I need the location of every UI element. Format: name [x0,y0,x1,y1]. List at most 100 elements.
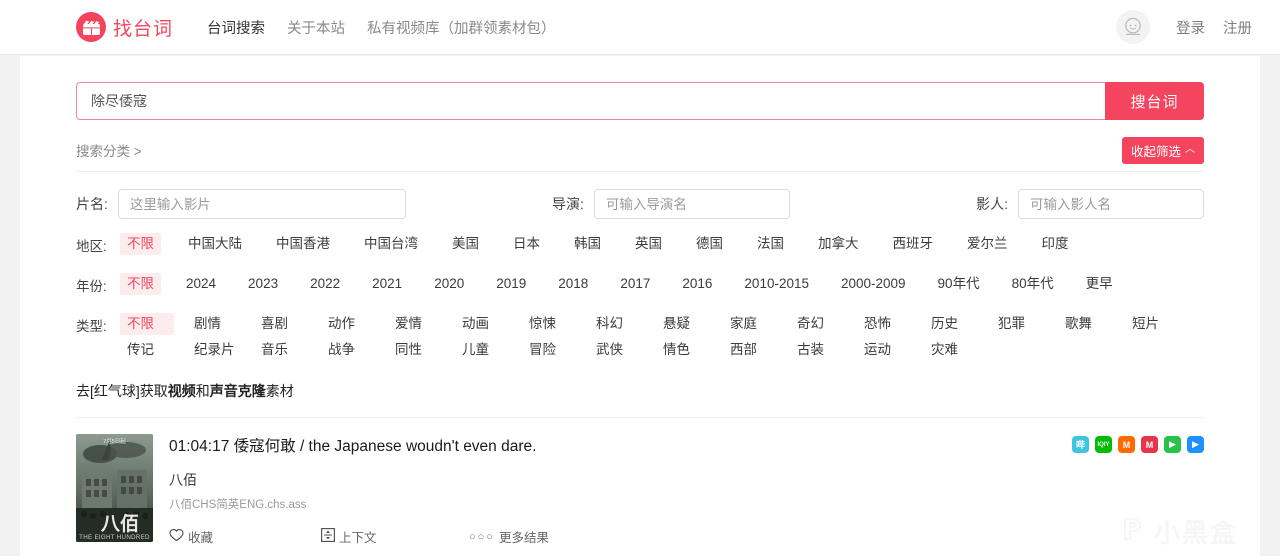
nav-item-lines-search[interactable]: 台词搜索 [207,17,265,38]
year-option-3[interactable]: 2022 [303,273,347,295]
region-option-5[interactable]: 日本 [506,233,547,255]
region-option-7[interactable]: 英国 [628,233,669,255]
search-button[interactable]: 搜台词 [1105,82,1204,120]
year-option-6[interactable]: 2019 [489,273,533,295]
filter-row-year: 年份: 不限 2024 2023 2022 2021 2020 2019 2018 2017 20… [76,273,1204,299]
region-option-2[interactable]: 中国香港 [269,233,337,255]
year-option-1[interactable]: 2024 [179,273,223,295]
migu-icon[interactable]: M [1141,436,1158,453]
mangotv-icon[interactable]: M [1118,436,1135,453]
region-option-10[interactable]: 加拿大 [811,233,866,255]
promo-suffix: 素材 [265,383,294,399]
genre-option-1[interactable]: 剧情 [187,313,241,335]
genre-option-12[interactable]: 历史 [924,313,978,335]
collapse-filters-button[interactable]: 收起筛选 ︿ [1121,136,1204,164]
clapperboard-icon [76,12,106,42]
year-option-10[interactable]: 2010-2015 [737,273,816,295]
movie-poster[interactable]: 7月5日起 八佰 THE EIGHT HUNDRED [76,434,153,542]
genre-option-27[interactable]: 运动 [857,339,911,361]
genre-option-28[interactable]: 灾难 [924,339,978,361]
year-option-4[interactable]: 2021 [365,273,409,295]
year-option-5[interactable]: 2020 [427,273,471,295]
genre-option-3[interactable]: 动作 [321,313,375,335]
context-button[interactable]: 上下文 [321,527,469,546]
region-option-3[interactable]: 中国台湾 [357,233,425,255]
region-option-11[interactable]: 西班牙 [886,233,941,255]
genre-option-16[interactable]: 传记 [120,339,174,361]
year-option-2[interactable]: 2023 [241,273,285,295]
year-option-14[interactable]: 更早 [1079,273,1120,295]
more-results-button[interactable]: ○○○ 更多结果 [469,527,549,546]
year-option-9[interactable]: 2016 [675,273,719,295]
region-option-4[interactable]: 美国 [445,233,486,255]
genre-option-14[interactable]: 歌舞 [1058,313,1112,335]
genre-option-15[interactable]: 短片 [1125,313,1179,335]
result-movie-name[interactable]: 八佰 [169,470,1204,490]
year-option-12[interactable]: 90年代 [931,273,987,295]
region-option-9[interactable]: 法国 [750,233,791,255]
genre-option-21[interactable]: 儿童 [455,339,509,361]
region-option-8[interactable]: 德国 [689,233,730,255]
search-input[interactable] [76,82,1105,120]
platform-icons: 哔 IQIY M M ▶ ▶ [1072,436,1204,453]
collapse-filters-label: 收起筛选 [1130,144,1181,159]
iqiyi-icon[interactable]: IQIY [1095,436,1112,453]
site-logo[interactable]: 找台词 [76,12,173,42]
year-option-13[interactable]: 80年代 [1005,273,1061,295]
ellipsis-icon: ○○○ [469,530,495,543]
context-label: 上下文 [339,531,377,545]
tencent-video-icon[interactable]: ▶ [1187,436,1204,453]
genre-option-18[interactable]: 音乐 [254,339,308,361]
genre-option-19[interactable]: 战争 [321,339,375,361]
genre-option-0[interactable]: 不限 [120,313,174,335]
genre-option-25[interactable]: 西部 [723,339,777,361]
genre-option-6[interactable]: 惊悚 [522,313,576,335]
genre-option-8[interactable]: 悬疑 [656,313,710,335]
genre-option-11[interactable]: 恐怖 [857,313,911,335]
genre-option-22[interactable]: 冒险 [522,339,576,361]
genre-option-9[interactable]: 家庭 [723,313,777,335]
result-line-title[interactable]: 01:04:17 倭寇何敢 / the Japanese woudn't eve… [169,434,1204,456]
genre-option-7[interactable]: 科幻 [589,313,643,335]
register-link[interactable]: 注册 [1223,17,1252,38]
genre-option-26[interactable]: 古装 [790,339,844,361]
svg-text:八佰: 八佰 [101,513,139,535]
year-option-7[interactable]: 2018 [551,273,595,295]
genre-option-4[interactable]: 爱情 [388,313,442,335]
promo-text[interactable]: 去[红气球]获取视频和声音克隆素材 [76,381,1204,407]
genre-option-17[interactable]: 纪录片 [187,339,241,361]
nav-item-private-library[interactable]: 私有视频库（加群领素材包） [367,17,556,38]
film-name-input[interactable] [117,189,406,219]
filter-label-director: 导演: [551,196,584,212]
actor-input[interactable] [1018,189,1204,219]
region-option-1[interactable]: 中国大陆 [181,233,249,255]
genre-option-23[interactable]: 武侠 [589,339,643,361]
region-options: 不限 中国大陆 中国香港 中国台湾 美国 日本 韩国 英国 德国 法国 加拿大 西班牙 爱尔兰 印度 [120,233,1204,259]
nav-item-about[interactable]: 关于本站 [287,17,345,38]
filter-label-region: 地区: [76,239,107,254]
region-option-6[interactable]: 韩国 [567,233,608,255]
region-option-12[interactable]: 爱尔兰 [960,233,1015,255]
bilibili-icon[interactable]: 哔 [1072,436,1089,453]
year-option-11[interactable]: 2000-2009 [834,273,913,295]
region-option-13[interactable]: 印度 [1035,233,1076,255]
region-option-0[interactable]: 不限 [120,233,161,255]
genre-option-13[interactable]: 犯罪 [991,313,1045,335]
user-avatar-icon[interactable] [1116,10,1150,44]
search-category-link[interactable]: 搜索分类 > [76,140,142,160]
year-option-8[interactable]: 2017 [613,273,657,295]
genre-option-5[interactable]: 动画 [455,313,509,335]
favorite-button[interactable]: 收藏 [169,527,321,546]
director-input[interactable] [593,189,790,219]
year-option-0[interactable]: 不限 [120,273,161,295]
auth-links: 登录 注册 [1176,17,1252,38]
genre-option-2[interactable]: 喜剧 [254,313,308,335]
promo-bold-voice-clone: 声音克隆 [209,383,266,399]
brand-name: 找台词 [113,18,174,40]
genre-option-10[interactable]: 奇幻 [790,313,844,335]
chevron-up-icon: ︿ [1185,144,1195,155]
genre-option-24[interactable]: 情色 [656,339,710,361]
login-link[interactable]: 登录 [1176,17,1205,38]
youku-icon[interactable]: ▶ [1164,436,1181,453]
genre-option-20[interactable]: 同性 [388,339,442,361]
